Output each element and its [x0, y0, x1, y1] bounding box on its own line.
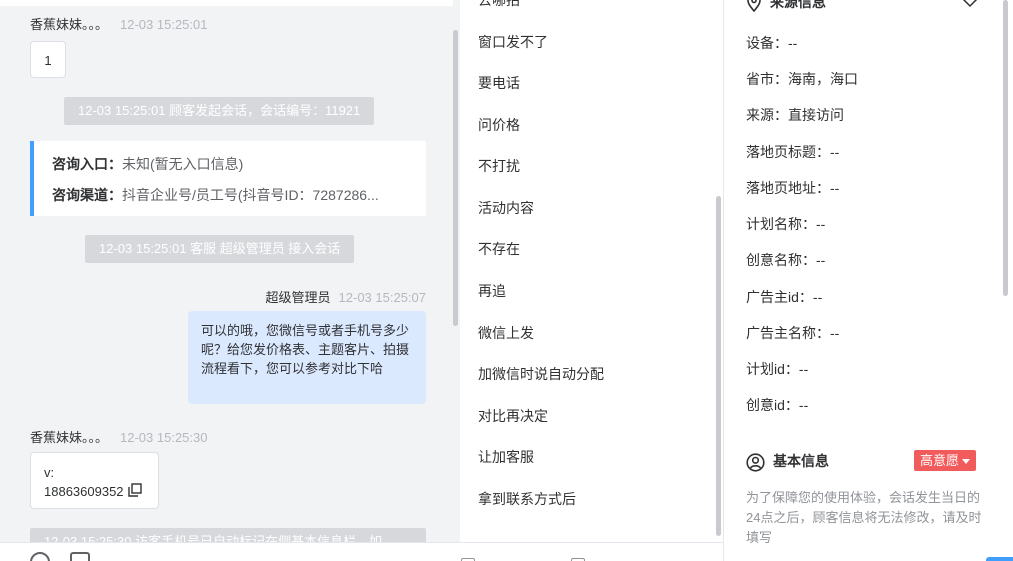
field-value: --	[798, 397, 809, 413]
field-label: 来源：	[746, 107, 788, 123]
quick-phrase-item[interactable]: 不存在	[478, 239, 520, 259]
system-notice: 12-03 15:25:01 顾客发起会话，会话编号：11921	[64, 97, 375, 125]
quick-phrase-item[interactable]: 要电话	[478, 73, 520, 93]
field-source: 来源：直接访问	[746, 105, 844, 125]
quick-phrase-item[interactable]: 对比再决定	[478, 406, 548, 426]
image-upload-icon[interactable]	[70, 552, 90, 561]
source-info-title: 来源信息	[770, 0, 826, 10]
phrases-scrollbar[interactable]	[716, 196, 721, 536]
own-message-bubble[interactable]: 可以的哦，您微信号或者手机号多少呢？给您发价格表、主题客片、拍摄流程看下，您可以…	[188, 311, 426, 404]
field-value: --	[830, 325, 840, 341]
message-bubble[interactable]: v: 18863609352	[30, 452, 159, 509]
field-label: 计划id：	[746, 361, 799, 377]
location-pin-icon	[747, 0, 761, 13]
quick-phrases-panel: 去哪拍 窗口发不了 要电话 问价格 不打扰 活动内容 不存在 再追 微信上发 加…	[460, 0, 723, 542]
quick-phrase-item[interactable]: 不打扰	[478, 156, 520, 176]
message-sender-line: 香蕉妹妹。。。 12-03 15:25:01	[30, 14, 207, 33]
message-time: 12-03 15:25:01	[120, 17, 208, 32]
edit-deadline-notice: 为了保障您的使用体验，会话发生当日的24点之后，顾客信息将无法修改，请及时填写	[746, 490, 982, 545]
field-value: --	[830, 144, 840, 160]
emoji-icon[interactable]	[30, 552, 50, 561]
sender-name: 香蕉妹妹。。。	[30, 17, 109, 32]
message-sender-line: 香蕉妹妹。。。 12-03 15:25:30	[30, 427, 207, 446]
field-value: 海南，海口	[788, 71, 858, 87]
field-plan-name: 计划名称：--	[746, 214, 825, 234]
phone-line: 18863609352	[44, 482, 158, 501]
quick-phrase-item[interactable]: 拿到联系方式后	[478, 489, 576, 509]
corner-action-button[interactable]	[986, 557, 1013, 561]
intent-level-dropdown[interactable]: 高意愿	[914, 450, 977, 471]
user-circle-icon	[746, 453, 765, 472]
consult-channel-row: 咨询渠道：抖音企业号/员工号(抖音号ID：7287286...	[52, 185, 408, 216]
field-value: 直接访问	[788, 107, 844, 123]
message-text: v:	[44, 465, 55, 480]
field-device: 设备：--	[746, 33, 797, 53]
consult-entry-value: 未知(暂无入口信息)	[122, 156, 244, 172]
field-landing-title: 落地页标题：--	[746, 142, 839, 162]
phone-number: 18863609352	[44, 484, 124, 499]
customer-info-panel: 来源信息 设备：-- 省市：海南，海口 来源：直接访问 落地页标题：-- 落地页…	[724, 0, 1013, 561]
field-plan-id: 计划id：--	[746, 359, 808, 379]
basic-info-header: 基本信息	[746, 451, 829, 472]
intent-level-label: 高意愿	[920, 453, 960, 468]
field-advertiser-id: 广告主id：--	[746, 287, 822, 307]
message-sender-line: 超级管理员 12-03 15:25:07	[266, 287, 426, 306]
consult-entry-label: 咨询入口：	[52, 156, 122, 172]
field-value: --	[816, 252, 826, 268]
field-value: --	[788, 35, 798, 51]
message-text: 可以的哦，您微信号或者手机号多少呢？给您发价格表、主题客片、拍摄流程看下，您可以…	[201, 323, 410, 376]
message-text: 1	[44, 53, 52, 68]
field-creative-id: 创意id：--	[746, 395, 808, 415]
chat-panel: 香蕉妹妹。。。 12-03 15:25:01 1 12-03 15:25:01 顾…	[0, 0, 460, 561]
source-info-header: 来源信息	[746, 0, 826, 13]
field-label: 省市：	[746, 71, 788, 87]
quick-phrase-item[interactable]: 窗口发不了	[478, 32, 548, 52]
quick-phrase-item[interactable]: 去哪拍	[478, 0, 520, 10]
message-bubble[interactable]: 1	[30, 41, 66, 78]
quick-phrase-item[interactable]: 再追	[478, 281, 506, 301]
field-label: 落地页标题：	[746, 144, 830, 160]
field-value: --	[816, 216, 826, 232]
field-label: 广告主名称：	[746, 325, 830, 341]
consult-info-card: 咨询入口：未知(暂无入口信息) 咨询渠道：抖音企业号/员工号(抖音号ID：728…	[30, 141, 426, 216]
quick-phrase-item[interactable]: 问价格	[478, 115, 520, 135]
field-label: 广告主id：	[746, 289, 813, 305]
sender-name: 超级管理员	[265, 290, 331, 305]
consult-channel-value: 抖音企业号/员工号(抖音号ID：7287286...	[122, 187, 379, 203]
basic-info-title: 基本信息	[773, 453, 829, 469]
quick-phrase-item[interactable]: 活动内容	[478, 198, 534, 218]
copy-icon[interactable]	[128, 483, 142, 497]
edit-icon[interactable]	[960, 0, 980, 8]
quick-phrase-item[interactable]: 让加客服	[478, 447, 534, 467]
field-label: 计划名称：	[746, 216, 816, 232]
quick-phrase-item[interactable]: 加微信时说自动分配	[478, 364, 604, 384]
field-value: --	[812, 289, 823, 305]
field-advertiser-name: 广告主名称：--	[746, 323, 839, 343]
chat-scrollbar[interactable]	[453, 30, 458, 326]
chat-input-toolbar	[0, 542, 723, 561]
field-label: 落地页地址：	[746, 180, 830, 196]
field-province-city: 省市：海南，海口	[746, 69, 858, 89]
field-label: 创意名称：	[746, 252, 816, 268]
field-value: --	[830, 180, 840, 196]
chat-header-strip	[0, 0, 453, 6]
sender-name: 香蕉妹妹。。。	[30, 430, 109, 445]
field-value: --	[798, 361, 809, 377]
field-landing-url: 落地页地址：--	[746, 178, 839, 198]
system-notice: 12-03 15:25:01 客服 超级管理员 接入会话	[85, 235, 355, 263]
consult-channel-label: 咨询渠道：	[52, 187, 122, 203]
field-label: 设备：	[746, 35, 788, 51]
message-time: 12-03 15:25:07	[338, 290, 426, 305]
field-label: 创意id：	[746, 397, 799, 413]
quick-phrase-item[interactable]: 微信上发	[478, 323, 534, 343]
info-scrollbar[interactable]	[1003, 0, 1008, 296]
consult-entry-row: 咨询入口：未知(暂无入口信息)	[52, 154, 408, 185]
field-creative-name: 创意名称：--	[746, 250, 825, 270]
message-time: 12-03 15:25:30	[120, 430, 208, 445]
caret-down-icon	[962, 459, 971, 465]
